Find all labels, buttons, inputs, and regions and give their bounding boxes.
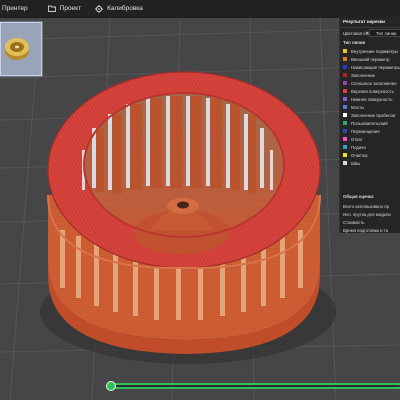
legend-item-label: Нависающие периметры bbox=[351, 64, 400, 70]
legend-item-label: Швы bbox=[351, 160, 361, 166]
legend-item[interactable]: Нависающие периметры bbox=[343, 63, 400, 71]
legend-swatch bbox=[343, 153, 347, 157]
legend-item[interactable]: Сплошное заполнение bbox=[343, 79, 400, 87]
legend-swatch bbox=[343, 113, 347, 117]
legend-item[interactable]: Внешний периметр bbox=[343, 55, 400, 63]
slice-result-legend: Результат нарезки Цветовая схема Тип лин… bbox=[339, 17, 400, 233]
legend-item-label: Заполнение bbox=[351, 72, 376, 78]
part-thumbnail[interactable] bbox=[0, 22, 42, 76]
legend-swatch bbox=[343, 49, 347, 53]
legend-item[interactable]: Швы bbox=[343, 159, 400, 167]
legend-item[interactable]: Мосты bbox=[343, 103, 400, 111]
layer-slider-handle[interactable] bbox=[106, 381, 116, 391]
legend-item[interactable]: Нижняя поверхность bbox=[343, 95, 400, 103]
legend-divider bbox=[340, 27, 400, 28]
top-menu-bar: Принтер Проект Калибровка bbox=[0, 0, 400, 18]
color-scheme-select[interactable]: Тип линии bbox=[369, 29, 400, 37]
legend-item[interactable]: Очистка bbox=[343, 151, 400, 159]
legend-swatch bbox=[343, 137, 347, 141]
menu-calibration[interactable]: Калибровка bbox=[95, 4, 143, 13]
color-scheme-value: Тип линии bbox=[376, 30, 397, 36]
menu-printer-label: Принтер bbox=[2, 5, 28, 12]
legend-swatch bbox=[343, 121, 347, 125]
legend-item-label: Подача bbox=[351, 144, 366, 150]
estimate-row: Всего использовано пр bbox=[343, 204, 389, 209]
estimate-row: Стоимость bbox=[343, 220, 365, 225]
chevron-down-icon: ▾ bbox=[366, 30, 369, 35]
legend-swatch bbox=[343, 97, 347, 101]
calibration-icon bbox=[95, 4, 104, 13]
legend-item[interactable]: Внутренние периметры bbox=[343, 47, 400, 55]
legend-item-label: Мосты bbox=[351, 104, 365, 110]
folder-icon bbox=[47, 5, 56, 12]
legend-swatch bbox=[343, 73, 347, 77]
legend-item-label: Очистка bbox=[351, 152, 368, 158]
menu-calibration-label: Калибровка bbox=[107, 5, 143, 12]
legend-item-label: Верхняя поверхность bbox=[351, 88, 394, 94]
legend-swatch bbox=[343, 129, 347, 133]
legend-swatch bbox=[343, 57, 347, 61]
legend-item-label: Сплошное заполнение bbox=[351, 80, 397, 86]
legend-item-label: Пользовательский bbox=[351, 120, 388, 126]
legend-item[interactable]: Перемещения bbox=[343, 127, 400, 135]
legend-items: Внутренние периметры Внешний периметр Нави… bbox=[343, 47, 400, 167]
legend-item-label: Перемещения bbox=[351, 128, 380, 134]
line-type-header: Тип линии bbox=[343, 40, 366, 45]
legend-swatch bbox=[343, 161, 347, 165]
estimate-row: Исп. прутка для модели bbox=[343, 212, 391, 217]
estimate-row: Время подготовки и та bbox=[343, 228, 388, 233]
thumbnail-icon bbox=[5, 38, 29, 60]
legend-item[interactable]: Верхняя поверхность bbox=[343, 87, 400, 95]
layer-slider-track[interactable] bbox=[110, 383, 400, 389]
menu-project-label: Проект bbox=[59, 5, 82, 12]
legend-item[interactable]: Пользовательский bbox=[343, 119, 400, 127]
legend-item[interactable]: Заполнение пробелов bbox=[343, 111, 400, 119]
legend-item-label: Откат bbox=[351, 136, 363, 142]
legend-item-label: Заполнение пробелов bbox=[351, 112, 396, 118]
legend-title: Результат нарезки bbox=[343, 19, 385, 24]
legend-swatch bbox=[343, 65, 347, 69]
legend-item-label: Внешний периметр bbox=[351, 56, 390, 62]
estimate-header: Общая оценка bbox=[343, 194, 374, 199]
legend-item-label: Нижняя поверхность bbox=[351, 96, 393, 102]
legend-item-label: Внутренние периметры bbox=[351, 48, 399, 54]
menu-printer[interactable]: Принтер bbox=[0, 5, 28, 12]
legend-item[interactable]: Заполнение bbox=[343, 71, 400, 79]
legend-swatch bbox=[343, 89, 347, 93]
legend-swatch bbox=[343, 145, 347, 149]
legend-item[interactable]: Откат bbox=[343, 135, 400, 143]
menu-project[interactable]: Проект bbox=[47, 5, 82, 12]
legend-swatch bbox=[343, 81, 347, 85]
legend-swatch bbox=[343, 105, 347, 109]
estimate-list: Всего использовано пр Исп. прутка для мод… bbox=[343, 203, 400, 233]
legend-item[interactable]: Подача bbox=[343, 143, 400, 151]
